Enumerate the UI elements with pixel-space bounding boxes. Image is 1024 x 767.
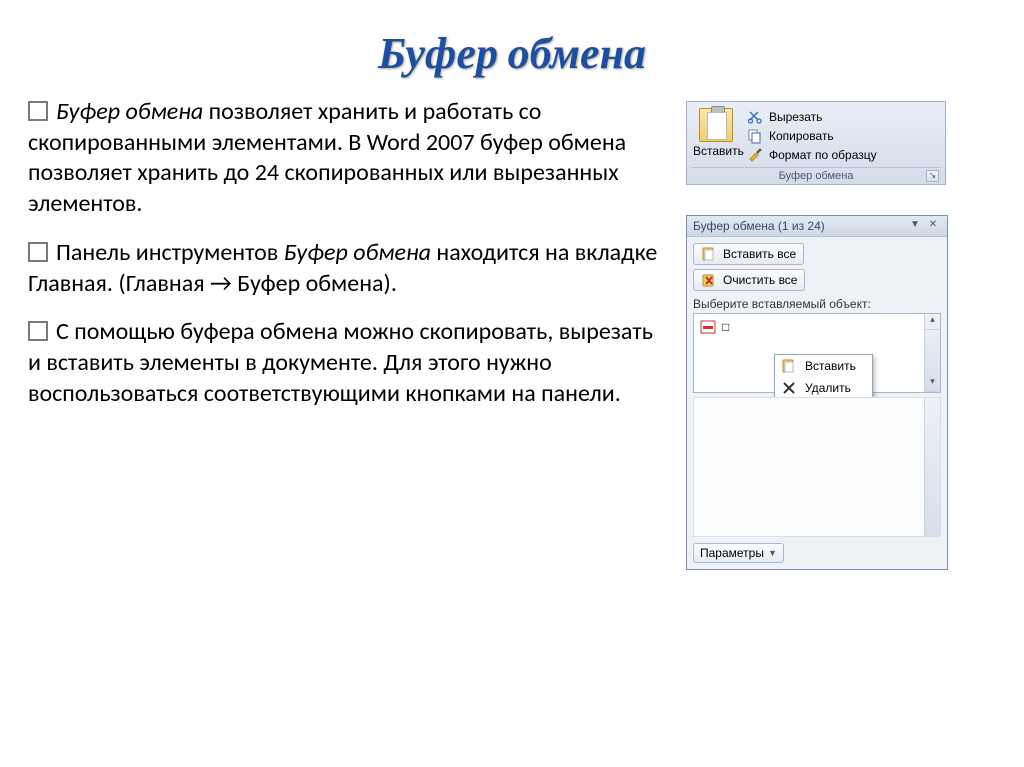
bullet-1: Буфер обмена позволяет хранить и работат… xyxy=(28,97,668,220)
bullet-icon xyxy=(28,321,48,341)
params-button[interactable]: Параметры ▼ xyxy=(693,543,784,563)
copy-icon xyxy=(747,128,763,144)
paste-label: Вставить xyxy=(693,144,739,158)
paste-all-button[interactable]: Вставить все xyxy=(693,243,804,265)
paste-all-icon xyxy=(701,246,717,262)
clipboard-list: □ Вставить xyxy=(693,313,941,393)
scrollbar[interactable]: ▴ ▾ xyxy=(924,314,940,392)
clear-all-button[interactable]: Очистить все xyxy=(693,269,805,291)
bullet-3-text: С помощью буфера обмена можно скопироват… xyxy=(28,317,653,407)
screenshots-column: Вставить Вырезать Копировать xyxy=(686,97,996,570)
scroll-track[interactable] xyxy=(925,330,940,376)
scissors-icon xyxy=(747,109,763,125)
item-text: □ xyxy=(722,320,729,334)
pane-prompt: Выберите вставляемый объект: xyxy=(693,297,941,311)
format-painter-label: Формат по образцу xyxy=(769,148,877,162)
content-row: Буфер обмена позволяет хранить и работат… xyxy=(0,97,1024,570)
slide-title: Буфер обмена xyxy=(0,0,1024,97)
bullet-icon xyxy=(28,101,48,121)
paste-icon xyxy=(699,108,733,142)
bullet-2-a: Панель инструментов xyxy=(56,238,284,267)
paste-button[interactable]: Вставить xyxy=(691,106,741,164)
bullet-1-em: Буфер обмена xyxy=(56,97,203,126)
brush-icon xyxy=(747,147,763,163)
chevron-down-icon: ▼ xyxy=(768,548,777,558)
paste-all-label: Вставить все xyxy=(723,247,796,261)
chevron-down-icon[interactable]: ▼ xyxy=(907,219,923,233)
ribbon-body: Вставить Вырезать Копировать xyxy=(691,106,941,164)
scroll-up-icon[interactable]: ▴ xyxy=(925,314,940,330)
scrollbar[interactable] xyxy=(924,398,940,536)
clear-all-icon xyxy=(701,272,717,288)
bullet-icon xyxy=(28,242,48,262)
clipboard-list-inner: □ Вставить xyxy=(694,314,924,392)
bullet-3: С помощью буфера обмена можно скопироват… xyxy=(28,317,668,409)
ribbon-group-footer: Буфер обмена ↘ xyxy=(691,167,941,182)
scroll-down-icon[interactable]: ▾ xyxy=(925,376,940,392)
copy-label: Копировать xyxy=(769,129,834,143)
item-icon xyxy=(700,319,716,335)
clipboard-item[interactable]: □ xyxy=(698,318,920,336)
delete-icon xyxy=(781,380,797,396)
pane-title: Буфер обмена (1 из 24) xyxy=(693,219,825,233)
pane-header: Буфер обмена (1 из 24) ▼ ✕ xyxy=(687,216,947,237)
pane-empty-area xyxy=(693,397,941,537)
cut-label: Вырезать xyxy=(769,110,822,124)
bullet-2: Панель инструментов Буфер обмена находит… xyxy=(28,238,668,299)
dialog-launcher-icon[interactable]: ↘ xyxy=(926,170,939,182)
context-menu: Вставить Удалить xyxy=(774,354,873,400)
close-icon[interactable]: ✕ xyxy=(925,219,941,233)
ribbon-group-label: Буфер обмена xyxy=(779,170,854,182)
copy-button[interactable]: Копировать xyxy=(745,127,941,145)
context-delete[interactable]: Удалить xyxy=(775,377,872,399)
cut-button[interactable]: Вырезать xyxy=(745,108,941,126)
ribbon-clipboard-group: Вставить Вырезать Копировать xyxy=(686,101,946,185)
context-paste[interactable]: Вставить xyxy=(775,355,872,377)
text-column: Буфер обмена позволяет хранить и работат… xyxy=(28,97,668,570)
context-paste-label: Вставить xyxy=(805,359,856,373)
clear-all-label: Очистить все xyxy=(723,273,797,287)
clipboard-pane: Буфер обмена (1 из 24) ▼ ✕ Вставить все xyxy=(686,215,948,570)
paste-icon xyxy=(781,358,797,374)
params-label: Параметры xyxy=(700,546,764,560)
bullet-2-em: Буфер обмена xyxy=(284,238,431,267)
format-painter-button[interactable]: Формат по образцу xyxy=(745,146,941,164)
context-delete-label: Удалить xyxy=(805,381,851,395)
pane-body: Вставить все Очистить все Выберите встав… xyxy=(687,237,947,569)
ribbon-small-buttons: Вырезать Копировать Формат по образцу xyxy=(745,106,941,164)
